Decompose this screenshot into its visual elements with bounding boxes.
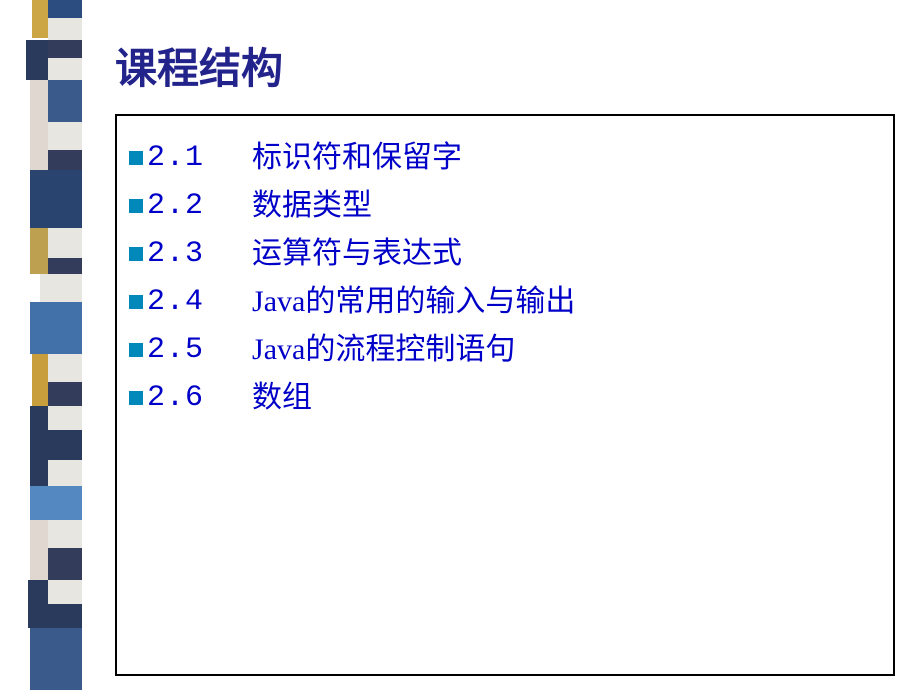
list-item: 2.6 数组 — [129, 374, 881, 422]
decorative-block — [48, 122, 82, 150]
decorative-block — [48, 460, 82, 486]
decorative-block — [30, 520, 48, 580]
item-text: 数据类型 — [252, 182, 372, 230]
item-number: 2.4 — [147, 278, 204, 326]
decorative-block — [48, 58, 82, 80]
list-item: 2.5 Java的流程控制语句 — [129, 326, 881, 374]
decorative-block — [30, 628, 82, 690]
decorative-block — [48, 580, 82, 604]
decorative-block — [30, 302, 82, 354]
decorative-block — [48, 150, 82, 170]
item-text: Java的常用的输入与输出 — [252, 278, 575, 326]
decorative-block — [48, 520, 82, 548]
item-number: 2.3 — [147, 230, 204, 278]
item-number: 2.2 — [147, 182, 204, 230]
decorative-sidebar — [0, 0, 85, 690]
bullet-icon — [129, 295, 143, 309]
decorative-block — [48, 382, 82, 406]
bullet-icon — [129, 343, 143, 357]
bullet-icon — [129, 247, 143, 261]
main-content: 课程结构 2.1 标识符和保留字 2.2 数据类型 2.3 运算符与表达式 2.4 Java的… — [115, 35, 895, 676]
content-box: 2.1 标识符和保留字 2.2 数据类型 2.3 运算符与表达式 2.4 Java的常用的输入… — [115, 114, 895, 676]
decorative-block — [26, 40, 48, 80]
decorative-block — [30, 170, 82, 228]
outline-list: 2.1 标识符和保留字 2.2 数据类型 2.3 运算符与表达式 2.4 Java的常用的输入… — [129, 134, 881, 422]
decorative-block — [32, 354, 48, 406]
decorative-block — [30, 80, 48, 170]
decorative-block — [48, 354, 82, 382]
list-item: 2.2 数据类型 — [129, 182, 881, 230]
decorative-block — [48, 548, 82, 580]
decorative-block — [32, 0, 48, 38]
decorative-block — [48, 80, 82, 122]
item-text: 数组 — [252, 374, 312, 422]
item-number: 2.5 — [147, 326, 204, 374]
item-text: 运算符与表达式 — [252, 230, 462, 278]
decorative-block — [48, 406, 82, 430]
decorative-block — [48, 604, 82, 628]
decorative-block — [48, 430, 82, 460]
decorative-block — [48, 40, 82, 58]
decorative-block — [48, 0, 82, 18]
list-item: 2.3 运算符与表达式 — [129, 230, 881, 278]
item-text: 标识符和保留字 — [252, 134, 462, 182]
decorative-block — [30, 486, 82, 520]
decorative-block — [30, 228, 48, 274]
decorative-block — [40, 274, 82, 302]
item-number: 2.1 — [147, 134, 204, 182]
bullet-icon — [129, 199, 143, 213]
decorative-block — [28, 580, 48, 628]
item-number: 2.6 — [147, 374, 204, 422]
decorative-block — [48, 228, 82, 258]
decorative-block — [48, 18, 82, 40]
list-item: 2.1 标识符和保留字 — [129, 134, 881, 182]
bullet-icon — [129, 151, 143, 165]
bullet-icon — [129, 391, 143, 405]
decorative-block — [30, 406, 48, 486]
list-item: 2.4 Java的常用的输入与输出 — [129, 278, 881, 326]
decorative-block — [48, 258, 82, 274]
item-text: Java的流程控制语句 — [252, 326, 515, 374]
page-title: 课程结构 — [115, 35, 895, 96]
